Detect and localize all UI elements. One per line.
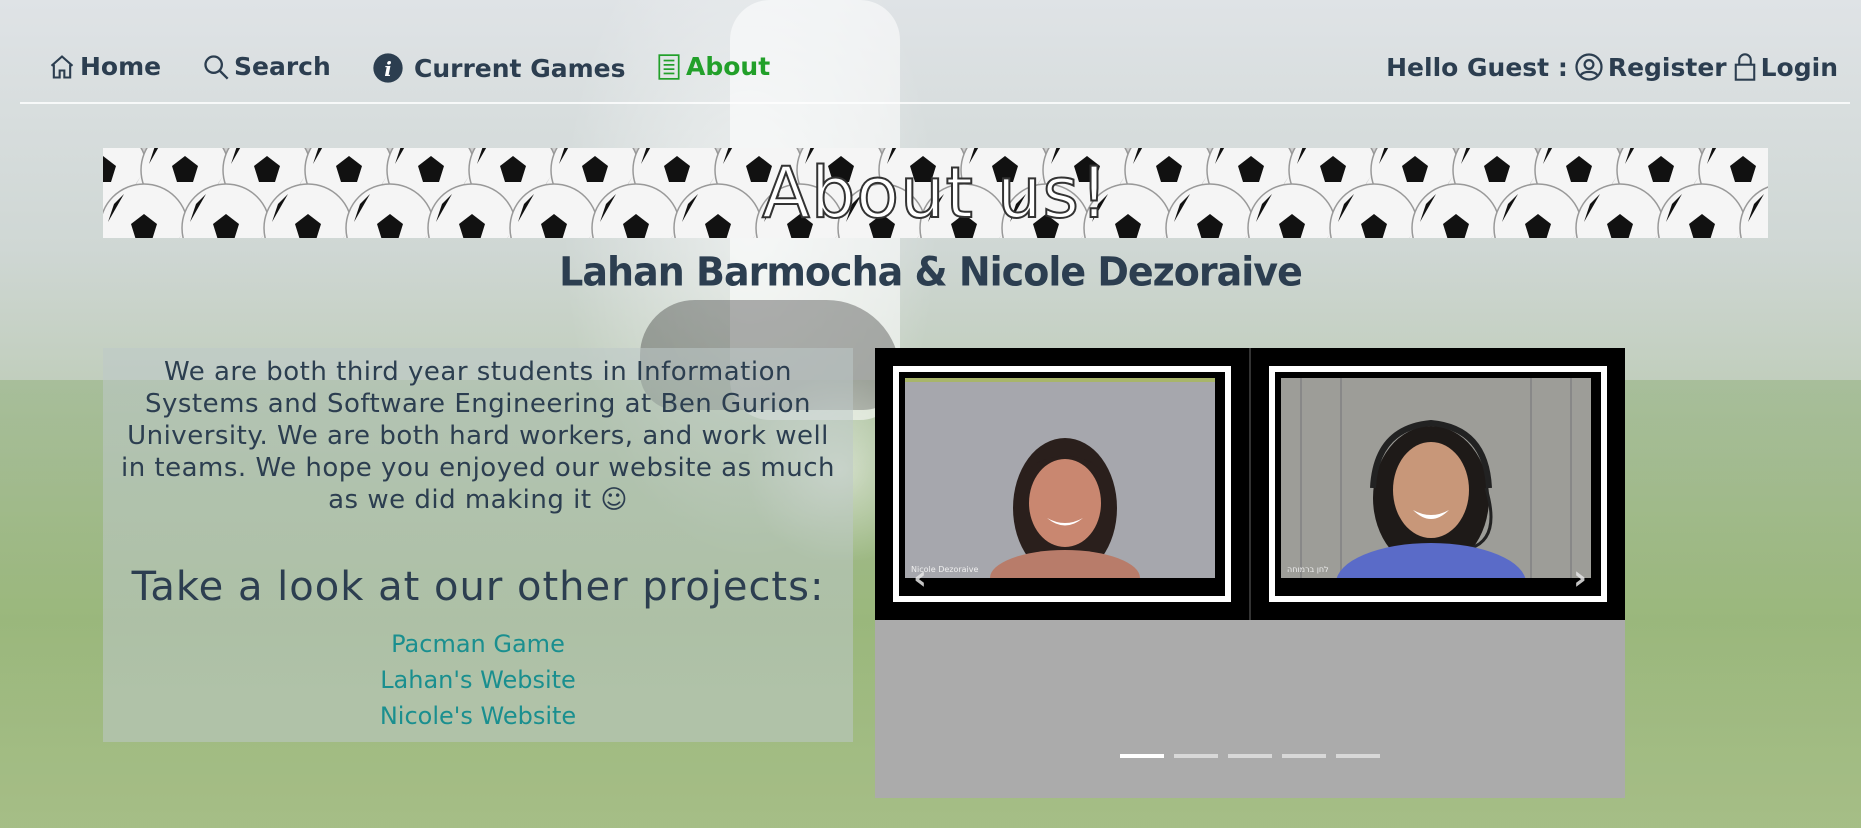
link-nicole-website[interactable]: Nicole's Website: [103, 698, 853, 734]
chevron-left-icon: ‹: [913, 558, 928, 598]
photo-carousel: Nicole Dezoraive ‹ לחן ברמוחה ›: [875, 348, 1625, 798]
carousel-prev-button[interactable]: ‹: [913, 558, 927, 598]
register-link[interactable]: Register: [1574, 52, 1727, 82]
portrait-nicole-image: Nicole Dezoraive: [905, 378, 1215, 590]
carousel-indicators: [1120, 754, 1380, 758]
nav-home-label: Home: [80, 52, 162, 81]
projects-heading: Take a look at our other projects:: [131, 564, 825, 610]
link-pacman-game[interactable]: Pacman Game: [103, 626, 853, 662]
photo-frame: Nicole Dezoraive: [893, 366, 1231, 602]
carousel-slide: Nicole Dezoraive ‹ לחן ברמוחה ›: [875, 348, 1625, 620]
photo-lahan: לחן ברמוחה ›: [1251, 348, 1625, 620]
lock-icon: [1734, 53, 1755, 81]
user-circle-icon: [1575, 53, 1603, 81]
about-banner: About us!: [103, 148, 1768, 238]
photo-nicole: Nicole Dezoraive ‹: [875, 348, 1251, 620]
nav-current-games[interactable]: i Current Games: [372, 52, 626, 84]
top-navbar: Home Search i Current Games About Hello …: [20, 40, 1850, 104]
carousel-indicator[interactable]: [1174, 754, 1218, 758]
nav-user-area: Hello Guest : Register Login: [1386, 52, 1838, 82]
chevron-right-icon: ›: [1572, 558, 1587, 598]
carousel-indicator[interactable]: [1120, 754, 1164, 758]
nav-home[interactable]: Home: [48, 52, 161, 81]
nav-search-label: Search: [234, 52, 331, 81]
nav-about[interactable]: About: [656, 52, 770, 81]
nav-current-games-label: Current Games: [414, 53, 626, 83]
carousel-next-button[interactable]: ›: [1573, 558, 1587, 598]
search-icon: [204, 54, 229, 79]
login-label: Login: [1760, 52, 1838, 82]
nav-search[interactable]: Search: [202, 52, 331, 81]
home-icon: [50, 54, 74, 79]
caption-lahan: לחן ברמוחה: [1287, 565, 1329, 574]
carousel-indicator[interactable]: [1336, 754, 1380, 758]
carousel-indicator[interactable]: [1282, 754, 1326, 758]
about-paragraph: We are both third year students in Infor…: [120, 357, 836, 515]
photo-image: Nicole Dezoraive: [905, 378, 1219, 590]
about-panel: We are both third year students in Infor…: [103, 348, 853, 742]
photo-frame: לחן ברמוחה: [1269, 366, 1607, 602]
nav-about-label: About: [686, 52, 771, 81]
login-link[interactable]: Login: [1733, 52, 1838, 82]
portrait-lahan-image: לחן ברמוחה: [1281, 378, 1591, 590]
svg-text:i: i: [384, 57, 392, 81]
banner-title: About us!: [761, 151, 1110, 235]
photo-image: לחן ברמוחה: [1281, 378, 1595, 590]
info-icon: i: [373, 53, 403, 83]
greeting-text: Hello Guest :: [1386, 52, 1568, 82]
link-lahan-website[interactable]: Lahan's Website: [103, 662, 853, 698]
register-label: Register: [1607, 52, 1727, 82]
authors-heading: Lahan Barmocha & Nicole Dezoraive: [559, 248, 1303, 296]
carousel-indicator[interactable]: [1228, 754, 1272, 758]
projects-links: Pacman Game Lahan's Website Nicole's Web…: [103, 626, 853, 734]
notebook-icon: [658, 53, 680, 80]
